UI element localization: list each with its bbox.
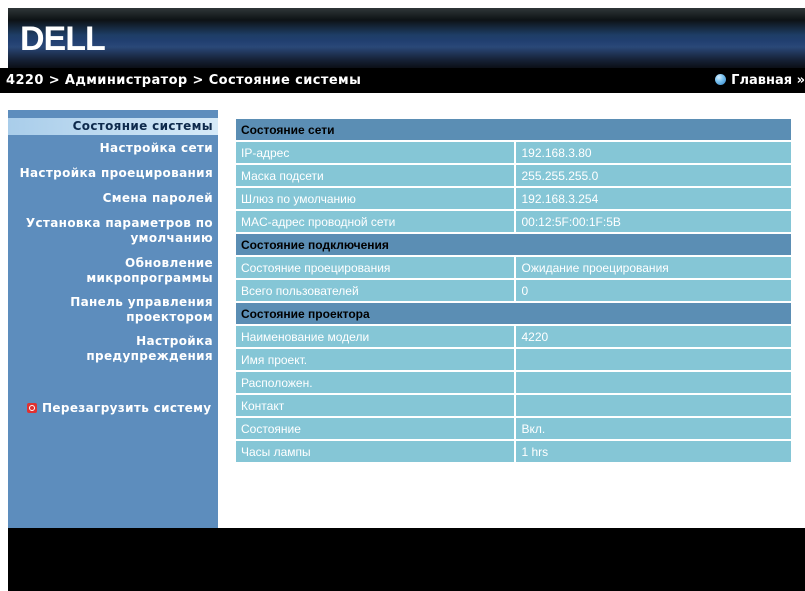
row-label: Расположен. (236, 372, 514, 393)
row-value: Ожидание проецирования (513, 257, 791, 278)
section-header-projector: Состояние проектора (236, 303, 791, 324)
table-row: Маска подсети 255.255.255.0 (236, 165, 791, 186)
home-link[interactable]: Главная » (715, 68, 805, 93)
table-row: Состояние проецирования Ожидание проециро… (236, 257, 791, 278)
row-value: 00:12:5F:00:1F:5B (513, 211, 791, 232)
row-value: 255.255.255.0 (513, 165, 791, 186)
row-label: Имя проект. (236, 349, 514, 370)
row-value (513, 349, 791, 370)
table-row: Состояние Вкл. (236, 418, 791, 439)
status-table: Состояние сети IP-адрес 192.168.3.80 Маск… (236, 117, 791, 464)
row-value: 4220 (513, 326, 791, 347)
row-label: Шлюз по умолчанию (236, 188, 514, 209)
table-row: MAC-адрес проводной сети 00:12:5F:00:1F:5… (236, 211, 791, 232)
table-row: Наименование модели 4220 (236, 326, 791, 347)
row-value: 0 (513, 280, 791, 301)
dell-logo: DELL (20, 22, 106, 56)
table-row: Имя проект. (236, 349, 791, 370)
header-banner: DELL (8, 8, 805, 68)
row-label: Состояние проецирования (236, 257, 514, 278)
sidebar-item-network-settings[interactable]: Настройка сети (8, 141, 218, 156)
breadcrumb-bar: 4220 > Администратор > Состояние системы… (0, 68, 805, 93)
breadcrumb: 4220 > Администратор > Состояние системы (6, 73, 362, 88)
section-title: Состояние подключения (236, 234, 791, 255)
row-label: Наименование модели (236, 326, 514, 347)
row-label: Всего пользователей (236, 280, 514, 301)
row-value: 1 hrs (513, 441, 791, 462)
globe-icon (715, 74, 727, 85)
section-title: Состояние проектора (236, 303, 791, 324)
table-row: Контакт (236, 395, 791, 416)
sidebar-item-firmware-update[interactable]: Обновление микропрограммы (8, 256, 218, 286)
table-row: Часы лампы 1 hrs (236, 441, 791, 462)
sidebar-item-factory-defaults[interactable]: Установка параметров по умолчанию (8, 216, 218, 246)
sidebar: Состояние системы Настройка сети Настрой… (8, 110, 218, 528)
row-label: Состояние (236, 418, 514, 439)
section-title: Состояние сети (236, 119, 791, 140)
table-row: Расположен. (236, 372, 791, 393)
reboot-system-label: Перезагрузить систему (42, 401, 212, 415)
reboot-system-button[interactable]: Перезагрузить систему (27, 401, 211, 415)
row-label: Контакт (236, 395, 514, 416)
table-row: Шлюз по умолчанию 192.168.3.254 (236, 188, 791, 209)
row-label: MAC-адрес проводной сети (236, 211, 514, 232)
row-value: Вкл. (513, 418, 791, 439)
section-header-connection: Состояние подключения (236, 234, 791, 255)
row-value: 192.168.3.254 (513, 188, 791, 209)
row-value (513, 395, 791, 416)
home-link-label: Главная » (731, 73, 805, 88)
sidebar-item-alert-settings[interactable]: Настройка предупреждения (8, 334, 218, 364)
section-header-network: Состояние сети (236, 119, 791, 140)
row-label: IP-адрес (236, 142, 514, 163)
table-row: Всего пользователей 0 (236, 280, 791, 301)
footer-bar (8, 528, 805, 591)
sidebar-item-change-passwords[interactable]: Смена паролей (8, 191, 218, 206)
power-icon (27, 403, 37, 413)
row-label: Часы лампы (236, 441, 514, 462)
row-value: 192.168.3.80 (513, 142, 791, 163)
sidebar-item-system-status[interactable]: Состояние системы (8, 118, 218, 135)
table-row: IP-адрес 192.168.3.80 (236, 142, 791, 163)
sidebar-item-projector-control-panel[interactable]: Панель управления проектором (8, 295, 218, 325)
row-value (513, 372, 791, 393)
row-label: Маска подсети (236, 165, 514, 186)
dell-logo-text: DELL (20, 22, 105, 56)
sidebar-item-projection-settings[interactable]: Настройка проецирования (8, 166, 218, 181)
